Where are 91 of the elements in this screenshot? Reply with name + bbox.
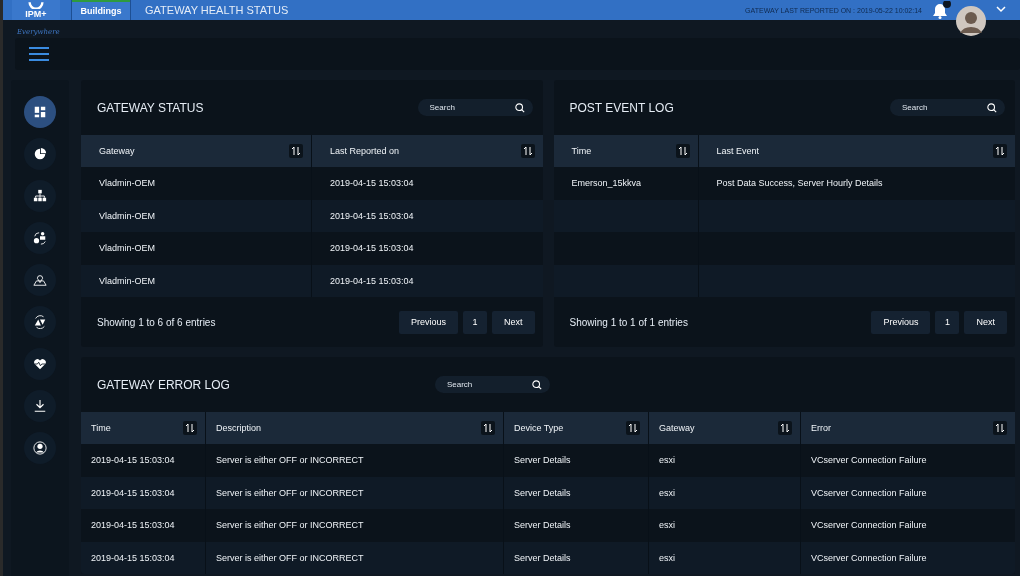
table-cell: VCserver Connection Failure: [811, 487, 927, 498]
page-title: GATEWAY HEALTH STATUS: [145, 4, 289, 16]
search-icon: [514, 102, 525, 113]
sidebar-button[interactable]: [24, 222, 56, 254]
sidebar-button[interactable]: [24, 264, 56, 296]
pie-chart-icon: [33, 147, 47, 161]
nav-tab[interactable]: Buildings: [72, 0, 130, 20]
heartbeat-icon: [33, 357, 47, 371]
pagination-button[interactable]: Previous: [398, 310, 458, 334]
panel-title: GATEWAY ERROR LOG: [97, 377, 230, 392]
panel-title: GATEWAY STATUS: [97, 100, 204, 115]
table-cell: VCserver Connection Failure: [811, 520, 927, 531]
triangles-cycle-icon: [33, 315, 47, 329]
table-cell: 2019-04-15 15:03:04: [91, 487, 175, 498]
entries-info: Showing 1 to 1 of 1 entries: [569, 316, 688, 328]
table-cell: Server Details: [514, 455, 571, 466]
pagination-button[interactable]: Next: [964, 310, 1007, 334]
pagination-button[interactable]: Previous: [871, 310, 931, 334]
table-cell: 2019-04-15 15:03:04: [330, 243, 414, 254]
sidebar-button[interactable]: [24, 432, 56, 464]
table-cell: Server Details: [514, 520, 571, 531]
table-cell: 2019-04-15 15:03:04: [330, 210, 414, 221]
table-cell: VCserver Connection Failure: [811, 455, 927, 466]
table-cell: 2019-04-15 15:03:04: [330, 275, 414, 286]
dashboard-icon: [33, 105, 47, 119]
column-header[interactable]: Description: [216, 423, 262, 433]
sort-icon[interactable]: [520, 144, 535, 158]
table-cell: Server is either OFF or INCORRECT: [216, 487, 364, 498]
avatar-icon[interactable]: [956, 6, 986, 36]
pagination-button[interactable]: Next: [492, 310, 535, 334]
sidebar-button[interactable]: [24, 180, 56, 212]
entries-info: Showing 1 to 6 of 6 entries: [97, 316, 216, 328]
table-cell: 2019-04-15 15:03:04: [91, 455, 175, 466]
column-header[interactable]: Time: [91, 423, 111, 433]
column-header[interactable]: Gateway: [99, 146, 135, 156]
table-cell: Vladmin-OEM: [99, 275, 155, 286]
table-cell: Server Details: [514, 487, 571, 498]
sort-icon[interactable]: [183, 421, 197, 435]
sidebar-button[interactable]: [24, 390, 56, 422]
logo-ring-icon: [28, 2, 44, 9]
logo-text: IPM+: [25, 9, 47, 20]
column-header[interactable]: Last Reported on: [330, 146, 400, 156]
caret-icon[interactable]: [996, 6, 1006, 14]
sort-icon[interactable]: [626, 421, 640, 435]
table-cell: Server is either OFF or INCORRECT: [216, 552, 364, 563]
search-field[interactable]: Search: [890, 99, 1005, 116]
logo[interactable]: IPM+: [12, 0, 60, 20]
sidebar-button[interactable]: [24, 348, 56, 380]
pagination-button[interactable]: 1: [935, 310, 960, 334]
search-icon: [531, 379, 542, 390]
table-cell: Server is either OFF or INCORRECT: [216, 455, 364, 466]
column-header[interactable]: Gateway: [659, 423, 695, 433]
sort-icon[interactable]: [993, 144, 1007, 158]
table-cell: 2019-04-15 15:03:04: [330, 178, 414, 189]
panel-title: POST EVENT LOG: [569, 100, 674, 115]
table-cell: 2019-04-15 15:03:04: [91, 552, 175, 563]
sort-icon[interactable]: [778, 421, 792, 435]
map-pin-icon: [33, 273, 47, 287]
column-header[interactable]: Device Type: [514, 423, 564, 433]
table-cell: esxi: [659, 455, 675, 466]
sidebar-button[interactable]: [24, 96, 56, 128]
table-cell: 2019-04-15 15:03:04: [91, 520, 175, 531]
table-cell: VCserver Connection Failure: [811, 552, 927, 563]
download-icon: [33, 399, 47, 413]
sort-icon[interactable]: [675, 144, 690, 158]
sort-icon[interactable]: [481, 421, 495, 435]
column-header[interactable]: Last Event: [716, 146, 760, 156]
search-icon: [987, 102, 997, 113]
table-cell: Server is either OFF or INCORRECT: [216, 520, 364, 531]
table-cell: Server Details: [514, 552, 571, 563]
search-field[interactable]: Search: [417, 99, 533, 116]
table-cell: Vladmin-OEM: [99, 243, 155, 254]
sidebar-button[interactable]: [24, 306, 56, 338]
sort-icon[interactable]: [289, 144, 303, 158]
pagination-button[interactable]: 1: [463, 310, 487, 334]
sidebar-button[interactable]: [24, 138, 56, 170]
column-header[interactable]: Error: [811, 423, 831, 433]
table-cell: Vladmin-OEM: [99, 210, 155, 221]
table-cell: Emerson_15kkva: [571, 178, 642, 189]
bell-icon[interactable]: [930, 1, 952, 19]
table-cell: esxi: [659, 552, 675, 563]
table-cell: esxi: [659, 487, 675, 498]
table-cell: esxi: [659, 520, 675, 531]
user-icon: [33, 441, 47, 455]
hierarchy-icon: [33, 189, 47, 203]
search-field[interactable]: Search: [434, 376, 550, 393]
table-cell: Vladmin-OEM: [99, 178, 155, 189]
sort-icon[interactable]: [993, 421, 1007, 435]
menu-icon[interactable]: [29, 47, 49, 61]
table-cell: Post Data Success, Server Hourly Details: [716, 178, 883, 189]
column-header[interactable]: Time: [571, 146, 592, 156]
